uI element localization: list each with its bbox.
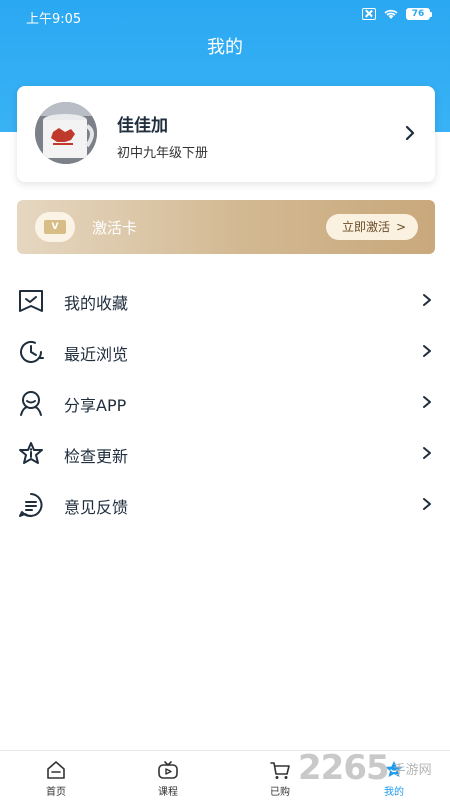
menu-item-feedback[interactable]: 意见反馈 bbox=[0, 479, 450, 530]
activation-label: 激活卡 bbox=[92, 219, 138, 237]
chevron-right-icon bbox=[423, 345, 431, 357]
menu-item-update[interactable]: 检查更新 bbox=[0, 428, 450, 479]
page-title: 我的 bbox=[207, 37, 243, 58]
menu-label: 我的收藏 bbox=[64, 294, 129, 313]
no-sim-icon bbox=[362, 8, 376, 20]
chevron-right-icon: > bbox=[395, 220, 406, 234]
activation-card-banner[interactable]: V 激活卡 立即激活 > bbox=[17, 200, 435, 254]
profile-name: 佳佳加 bbox=[117, 116, 168, 136]
share-icon bbox=[20, 391, 42, 416]
menu-item-history[interactable]: 最近浏览 bbox=[0, 326, 450, 377]
avatar-mug-icon bbox=[35, 102, 97, 164]
activate-now-label: 立即激活 bbox=[341, 220, 390, 234]
status-time: 上午9:05 bbox=[26, 12, 82, 27]
watermark-text: 手游网 bbox=[392, 762, 432, 778]
menu-label: 意见反馈 bbox=[64, 498, 129, 517]
chevron-right-icon bbox=[423, 396, 431, 408]
battery-icon: 76 bbox=[406, 8, 432, 20]
course-icon bbox=[158, 761, 178, 779]
cart-icon bbox=[270, 762, 290, 779]
feedback-icon bbox=[19, 493, 43, 517]
menu-label: 检查更新 bbox=[64, 447, 129, 466]
home-icon bbox=[47, 761, 65, 779]
chevron-right-icon bbox=[423, 447, 431, 459]
update-icon bbox=[19, 442, 43, 464]
profile-grade: 初中九年级下册 bbox=[117, 146, 209, 161]
menu-item-favorites[interactable]: 我的收藏 bbox=[0, 275, 450, 326]
avatar[interactable] bbox=[35, 102, 97, 164]
tab-label: 课程 bbox=[158, 787, 178, 798]
tab-course[interactable]: 课程 bbox=[112, 751, 224, 800]
menu-label: 分享APP bbox=[64, 396, 127, 415]
status-bar: 上午9:05 76 bbox=[0, 0, 450, 30]
profile-card[interactable]: 佳佳加 初中九年级下册 bbox=[17, 86, 435, 182]
activate-now-button[interactable]: 立即激活 > bbox=[325, 214, 418, 240]
menu-list: 我的收藏 最近浏览 分享APP 检查更新 意见反馈 bbox=[0, 275, 450, 530]
menu-item-share[interactable]: 分享APP bbox=[0, 377, 450, 428]
battery-level: 76 bbox=[406, 8, 430, 20]
wifi-icon bbox=[384, 9, 398, 19]
tab-label: 首页 bbox=[46, 787, 66, 798]
chevron-right-icon bbox=[423, 498, 431, 510]
favorites-icon bbox=[19, 290, 43, 312]
history-icon bbox=[20, 341, 44, 363]
watermark: 2265 手游网 bbox=[298, 748, 432, 788]
status-icons: 76 bbox=[362, 8, 432, 20]
chevron-right-icon bbox=[423, 294, 431, 306]
menu-label: 最近浏览 bbox=[64, 345, 129, 364]
tab-home[interactable]: 首页 bbox=[0, 751, 112, 800]
watermark-digits: 2265 bbox=[298, 748, 390, 788]
chevron-right-icon bbox=[405, 125, 415, 141]
activation-card-icon: V bbox=[35, 212, 75, 242]
